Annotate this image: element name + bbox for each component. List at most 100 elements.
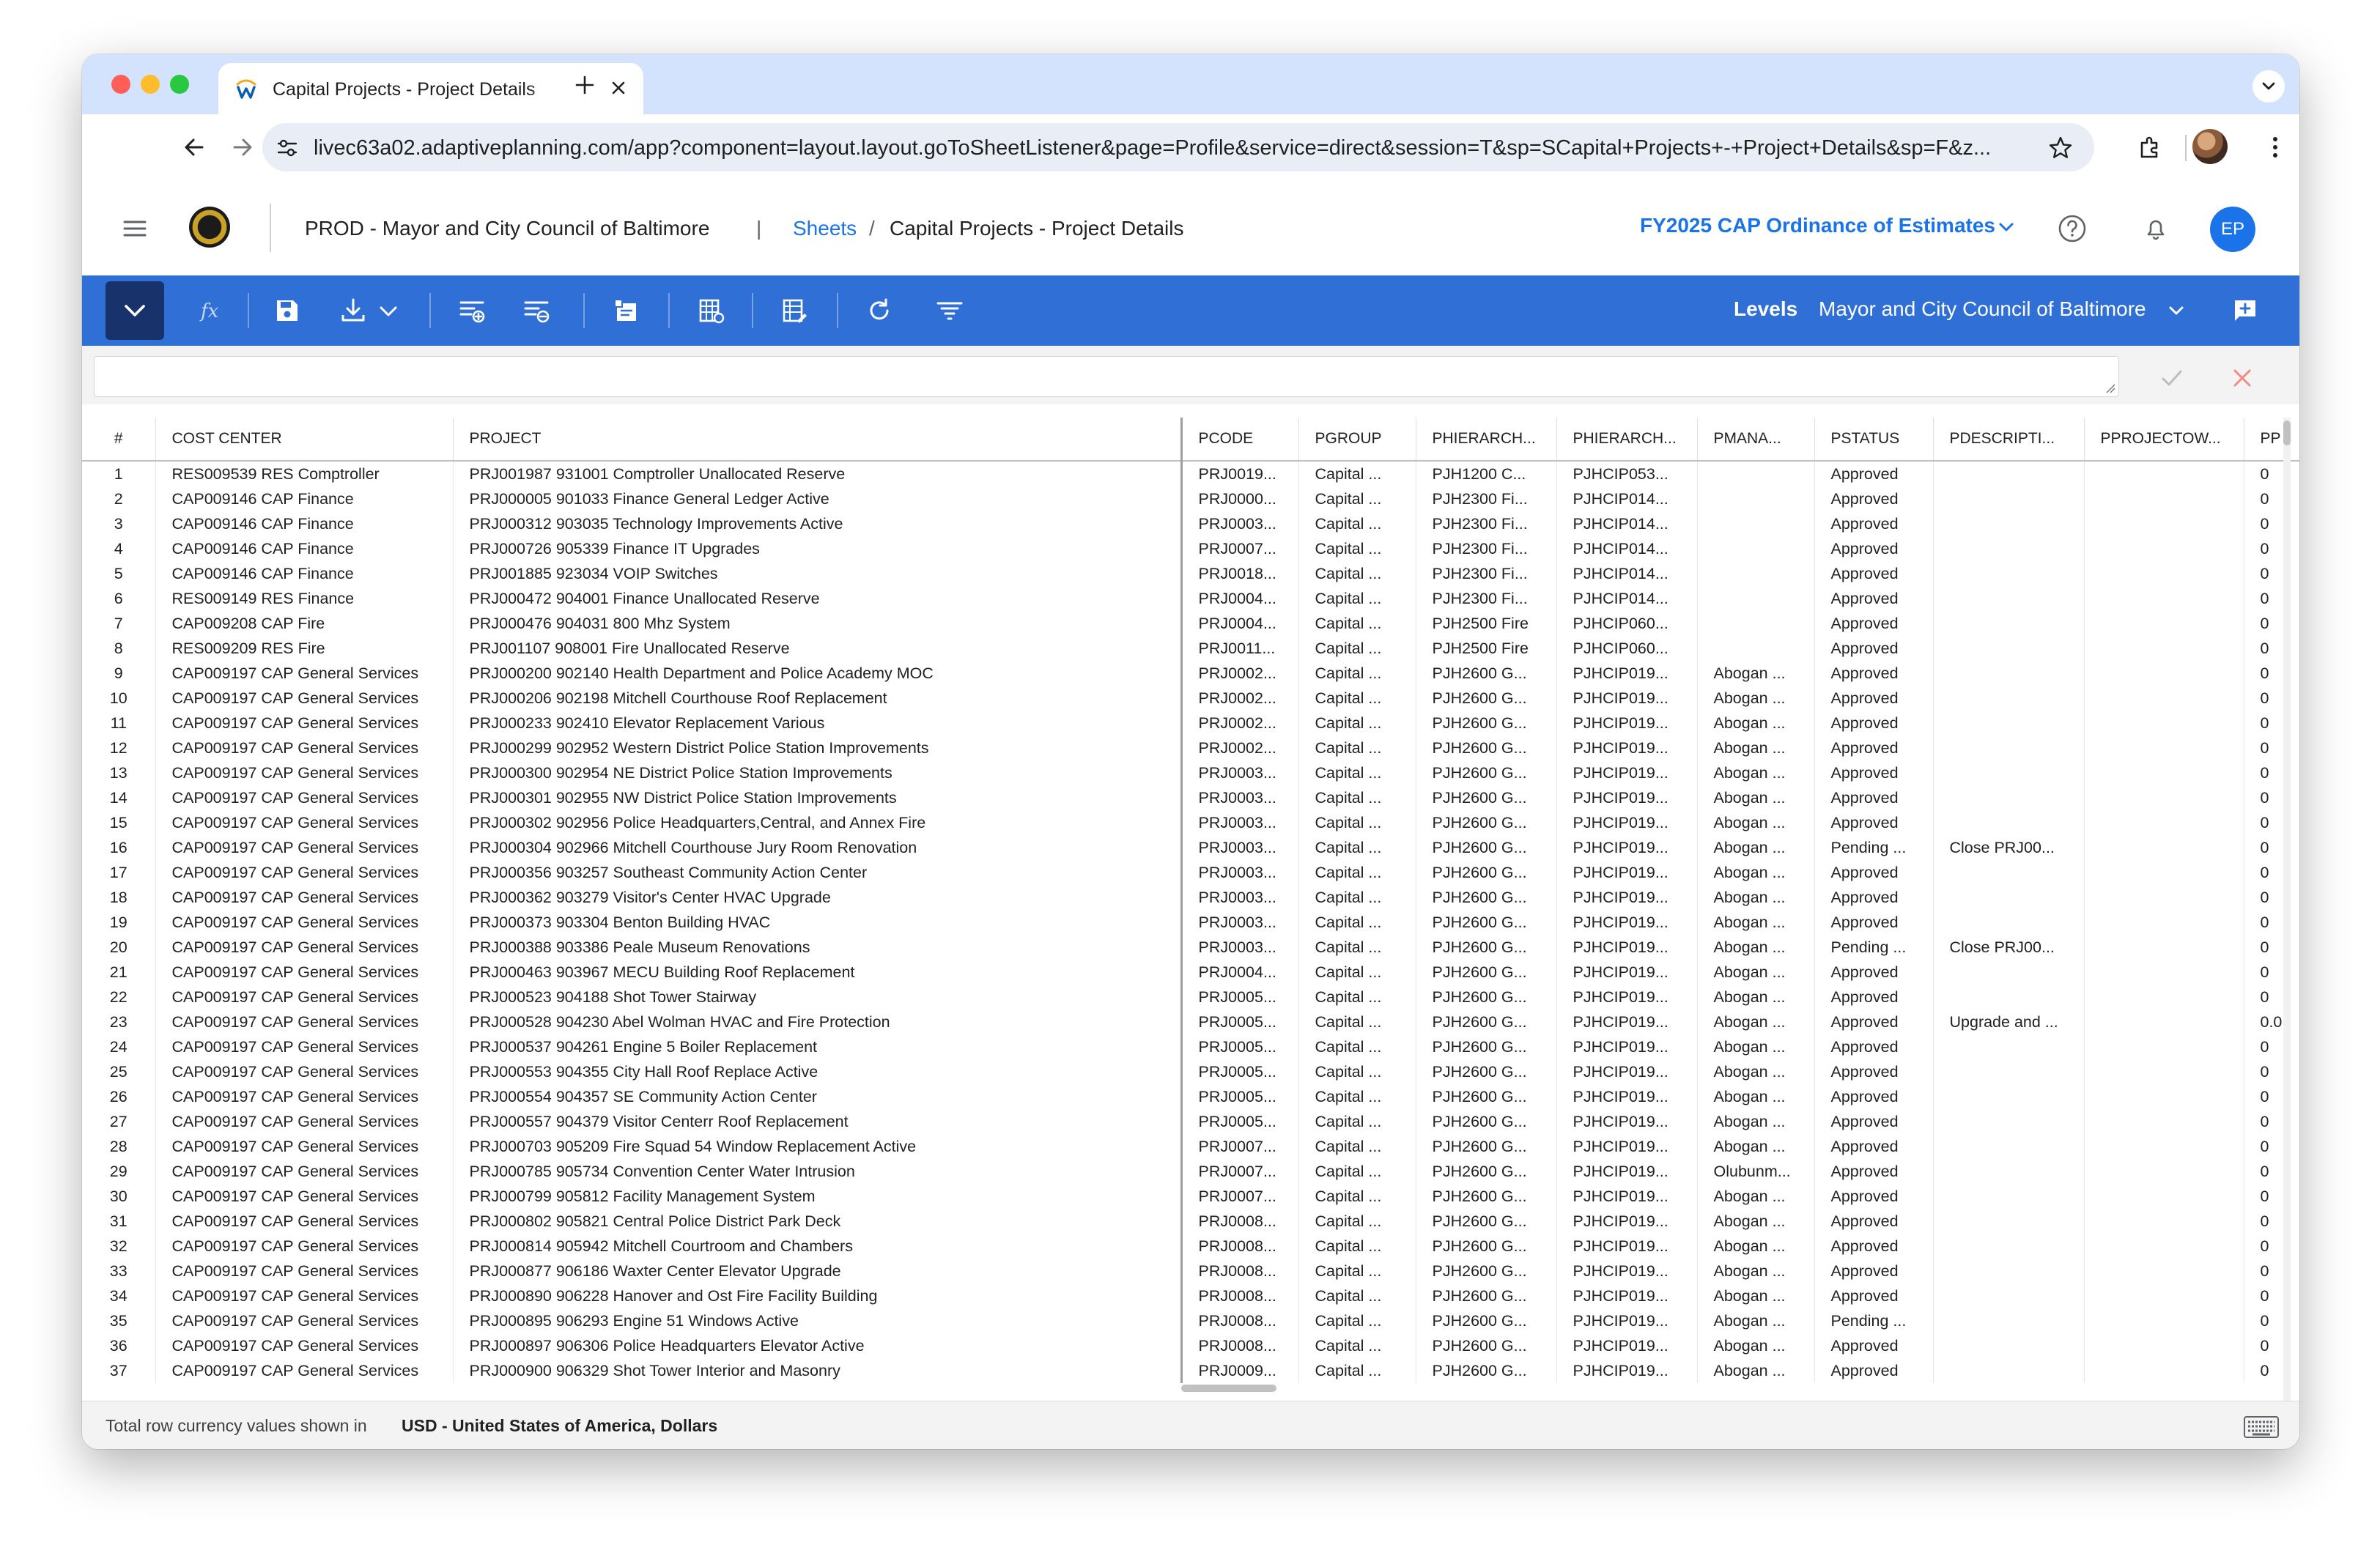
- cell-phierarchy-2[interactable]: PJHCIP019...: [1556, 935, 1698, 960]
- cell-pcode[interactable]: PRJ0003...: [1181, 910, 1299, 935]
- cell-phierarchy-2[interactable]: PJHCIP019...: [1556, 910, 1698, 935]
- cell-pp[interactable]: 0: [2244, 1184, 2299, 1209]
- cell-phierarchy-2[interactable]: PJHCIP019...: [1556, 885, 1698, 910]
- cell-cost-center[interactable]: CAP009146 CAP Finance: [155, 561, 454, 586]
- cell-phierarchy-1[interactable]: PJH2600 G...: [1416, 1134, 1557, 1159]
- cell-pp[interactable]: 0: [2244, 1159, 2299, 1184]
- cell-pmanager[interactable]: [1697, 611, 1815, 636]
- cell-pstatus[interactable]: Approved: [1814, 636, 1934, 661]
- cell-project[interactable]: PRJ000523 904188 Shot Tower Stairway: [453, 985, 1183, 1009]
- add-comment-icon[interactable]: [2229, 294, 2261, 327]
- cell-row-number[interactable]: 25: [82, 1059, 156, 1084]
- cell-phierarchy-1[interactable]: PJH2300 Fi...: [1416, 486, 1557, 511]
- cell-pcode[interactable]: PRJ0009...: [1181, 1358, 1299, 1383]
- cell-pcode[interactable]: PRJ0005...: [1181, 1059, 1299, 1084]
- cell-cost-center[interactable]: CAP009197 CAP General Services: [155, 1259, 454, 1283]
- horizontal-scrollbar[interactable]: [1181, 1383, 2280, 1393]
- cell-pstatus[interactable]: Approved: [1814, 586, 1934, 611]
- cell-pgroup[interactable]: Capital ...: [1298, 1059, 1416, 1084]
- cell-cost-center[interactable]: CAP009197 CAP General Services: [155, 661, 454, 686]
- cell-phierarchy-2[interactable]: PJHCIP060...: [1556, 636, 1698, 661]
- cell-pgroup[interactable]: Capital ...: [1298, 935, 1416, 960]
- cell-project[interactable]: PRJ000373 903304 Benton Building HVAC: [453, 910, 1183, 935]
- cell-phierarchy-2[interactable]: PJHCIP014...: [1556, 536, 1698, 561]
- column-header-row-number[interactable]: #: [82, 418, 156, 462]
- cell-pstatus[interactable]: Approved: [1814, 1234, 1934, 1259]
- cell-pcode[interactable]: PRJ0005...: [1181, 985, 1299, 1009]
- cell-pdescription[interactable]: [1933, 1333, 2085, 1358]
- cell-pprojectowner[interactable]: [2084, 686, 2244, 711]
- cell-pprojectowner[interactable]: [2084, 536, 2244, 561]
- cell-pp[interactable]: 0: [2244, 1308, 2299, 1333]
- cell-phierarchy-1[interactable]: PJH2600 G...: [1416, 985, 1557, 1009]
- cell-cost-center[interactable]: CAP009197 CAP General Services: [155, 1109, 454, 1134]
- cell-row-number[interactable]: 36: [82, 1333, 156, 1358]
- delete-row-icon[interactable]: [519, 293, 554, 328]
- cell-project[interactable]: PRJ000233 902410 Elevator Replacement Va…: [453, 711, 1183, 736]
- cell-project[interactable]: PRJ000300 902954 NE District Police Stat…: [453, 760, 1183, 785]
- cell-pcode[interactable]: PRJ0002...: [1181, 661, 1299, 686]
- cell-pp[interactable]: 0: [2244, 636, 2299, 661]
- cell-pcode[interactable]: PRJ0003...: [1181, 785, 1299, 810]
- cell-project[interactable]: PRJ000537 904261 Engine 5 Boiler Replace…: [453, 1034, 1183, 1059]
- chevron-down-icon[interactable]: [1995, 215, 2018, 239]
- cell-pstatus[interactable]: Approved: [1814, 1209, 1934, 1234]
- cell-pgroup[interactable]: Capital ...: [1298, 636, 1416, 661]
- cell-row-number[interactable]: 8: [82, 636, 156, 661]
- cell-pstatus[interactable]: Approved: [1814, 810, 1934, 835]
- horizontal-scroll-thumb[interactable]: [1181, 1385, 1276, 1392]
- chevron-down-icon[interactable]: [2163, 297, 2189, 324]
- cell-phierarchy-1[interactable]: PJH2600 G...: [1416, 1283, 1557, 1308]
- cell-pstatus[interactable]: Approved: [1814, 1283, 1934, 1308]
- cell-phierarchy-1[interactable]: PJH2600 G...: [1416, 1308, 1557, 1333]
- cell-pdescription[interactable]: [1933, 1034, 2085, 1059]
- cell-project[interactable]: PRJ000362 903279 Visitor's Center HVAC U…: [453, 885, 1183, 910]
- cell-pcode[interactable]: PRJ0008...: [1181, 1259, 1299, 1283]
- cell-pmanager[interactable]: Abogan ...: [1697, 760, 1815, 785]
- cell-phierarchy-2[interactable]: PJHCIP019...: [1556, 1184, 1698, 1209]
- cell-pprojectowner[interactable]: [2084, 810, 2244, 835]
- cell-pstatus[interactable]: Approved: [1814, 910, 1934, 935]
- cell-row-number[interactable]: 11: [82, 711, 156, 736]
- cell-pcode[interactable]: PRJ0011...: [1181, 636, 1299, 661]
- cell-pprojectowner[interactable]: [2084, 1184, 2244, 1209]
- cell-pp[interactable]: 0: [2244, 1283, 2299, 1308]
- refresh-icon[interactable]: [862, 293, 897, 328]
- cell-cost-center[interactable]: CAP009197 CAP General Services: [155, 935, 454, 960]
- cell-cost-center[interactable]: CAP009197 CAP General Services: [155, 1034, 454, 1059]
- cell-project[interactable]: PRJ000206 902198 Mitchell Courthouse Roo…: [453, 686, 1183, 711]
- cell-project[interactable]: PRJ000356 903257 Southeast Community Act…: [453, 860, 1183, 885]
- cell-pgroup[interactable]: Capital ...: [1298, 661, 1416, 686]
- cell-pstatus[interactable]: Approved: [1814, 1084, 1934, 1109]
- cell-phierarchy-2[interactable]: PJHCIP019...: [1556, 1259, 1698, 1283]
- cell-pp[interactable]: 0: [2244, 785, 2299, 810]
- cell-project[interactable]: PRJ000877 906186 Waxter Center Elevator …: [453, 1259, 1183, 1283]
- cell-pstatus[interactable]: Approved: [1814, 860, 1934, 885]
- cell-pgroup[interactable]: Capital ...: [1298, 586, 1416, 611]
- cell-pgroup[interactable]: Capital ...: [1298, 910, 1416, 935]
- cell-row-number[interactable]: 15: [82, 810, 156, 835]
- tenant-name[interactable]: PROD - Mayor and City Council of Baltimo…: [305, 217, 709, 240]
- cell-pcode[interactable]: PRJ0008...: [1181, 1283, 1299, 1308]
- cell-pp[interactable]: 0: [2244, 1134, 2299, 1159]
- cell-row-number[interactable]: 26: [82, 1084, 156, 1109]
- cell-pmanager[interactable]: Abogan ...: [1697, 1034, 1815, 1059]
- cell-row-number[interactable]: 28: [82, 1134, 156, 1159]
- cell-phierarchy-1[interactable]: PJH2600 G...: [1416, 1358, 1557, 1383]
- cell-pmanager[interactable]: [1697, 536, 1815, 561]
- cell-pprojectowner[interactable]: [2084, 1234, 2244, 1259]
- cell-project[interactable]: PRJ001987 931001 Comptroller Unallocated…: [453, 461, 1183, 486]
- cell-cost-center[interactable]: RES009149 RES Finance: [155, 586, 454, 611]
- cell-phierarchy-2[interactable]: PJHCIP019...: [1556, 711, 1698, 736]
- cell-phierarchy-2[interactable]: PJHCIP019...: [1556, 1308, 1698, 1333]
- cell-pcode[interactable]: PRJ0004...: [1181, 960, 1299, 985]
- column-header-pprojectowner[interactable]: PPROJECTOW...: [2084, 418, 2244, 462]
- cell-pp[interactable]: 0: [2244, 1259, 2299, 1283]
- cell-phierarchy-1[interactable]: PJH2300 Fi...: [1416, 511, 1557, 536]
- cell-project[interactable]: PRJ001885 923034 VOIP Switches: [453, 561, 1183, 586]
- cell-pdescription[interactable]: [1933, 760, 2085, 785]
- cell-row-number[interactable]: 35: [82, 1308, 156, 1333]
- cell-cost-center[interactable]: CAP009197 CAP General Services: [155, 1009, 454, 1034]
- cell-pprojectowner[interactable]: [2084, 1283, 2244, 1308]
- cell-phierarchy-2[interactable]: PJHCIP019...: [1556, 661, 1698, 686]
